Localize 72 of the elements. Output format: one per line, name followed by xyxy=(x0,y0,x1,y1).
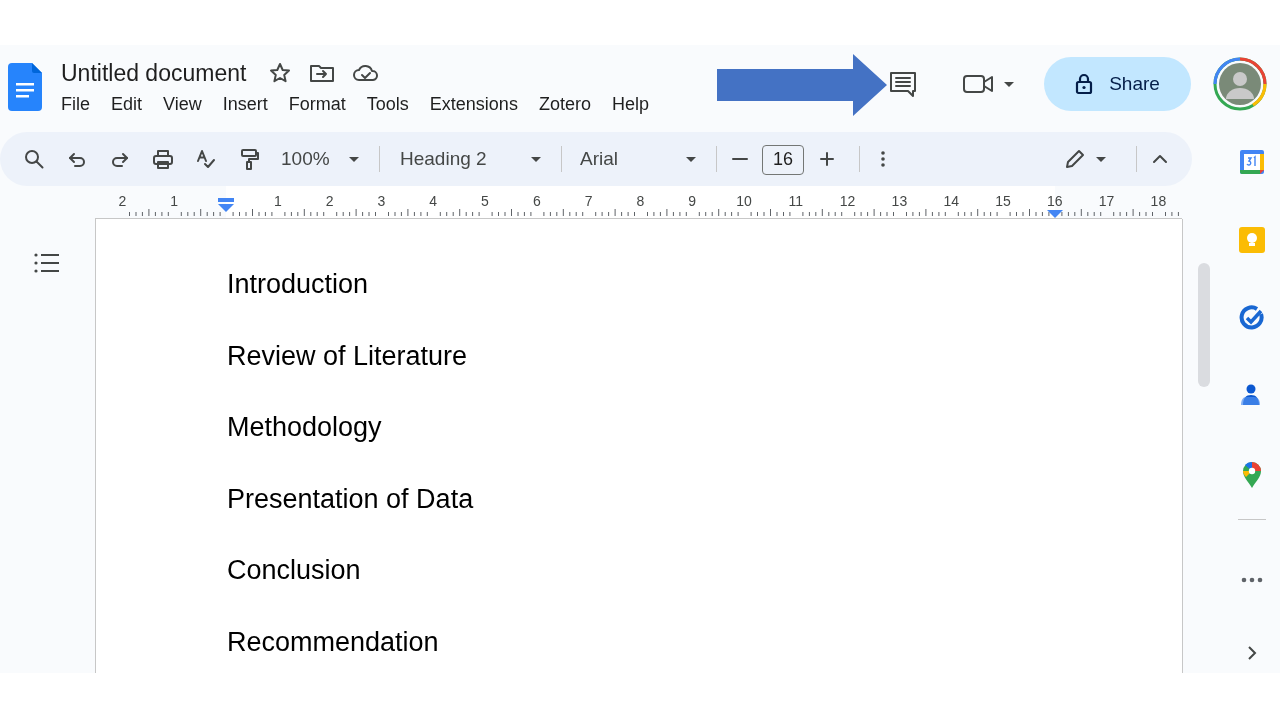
ruler-number: 8 xyxy=(636,193,645,209)
ruler-number: 12 xyxy=(839,193,856,209)
font-size-field[interactable]: 16 xyxy=(762,144,804,175)
avatar[interactable] xyxy=(1213,57,1267,111)
editing-mode-button[interactable] xyxy=(1064,148,1106,170)
heading-text: Methodology xyxy=(227,411,383,443)
caret-icon xyxy=(686,156,696,162)
caret-icon xyxy=(1096,156,1106,162)
document-icon[interactable] xyxy=(8,63,42,111)
print-button[interactable] xyxy=(152,148,174,170)
menu-item[interactable]: Help xyxy=(611,94,649,115)
comment-icon[interactable] xyxy=(888,69,918,99)
menu-item[interactable]: File xyxy=(61,94,90,115)
ruler-number: 10 xyxy=(736,193,752,209)
ruler-number: 11 xyxy=(788,193,804,209)
menu-item[interactable]: Tools xyxy=(366,94,409,115)
menu-item[interactable]: Extensions xyxy=(429,94,518,115)
heading-text: Recommendation xyxy=(227,625,440,658)
ruler-number: 4 xyxy=(429,193,438,209)
chevron-right-icon[interactable] xyxy=(1247,645,1257,661)
ruler-number: 13 xyxy=(891,193,908,209)
document-title[interactable]: Untitled document xyxy=(61,59,247,87)
ruler-number: 2 xyxy=(325,193,334,209)
ruler-number: 6 xyxy=(532,193,541,209)
ruler-number: 14 xyxy=(943,193,959,209)
ruler-number: 1 xyxy=(170,193,179,209)
ruler-number: 1 xyxy=(273,193,282,209)
scrollbar-thumb[interactable] xyxy=(1198,263,1210,387)
lock-icon xyxy=(1075,73,1094,95)
ruler-number: 9 xyxy=(688,193,697,209)
ruler-number: 15 xyxy=(995,193,1011,209)
heading-text: Conclusion xyxy=(227,554,362,586)
share-button[interactable]: Share xyxy=(1044,57,1191,111)
menu-item[interactable]: Edit xyxy=(111,94,143,115)
more-icon xyxy=(881,151,885,167)
menu-item[interactable]: View xyxy=(163,94,202,115)
map-pin-icon[interactable] xyxy=(1242,461,1262,489)
ruler-number: 18 xyxy=(1150,193,1167,209)
spellcheck-icon xyxy=(195,148,217,170)
style-dropdown[interactable]: Heading 2 xyxy=(400,148,547,170)
ruler-number: 3 xyxy=(377,193,386,209)
ruler-number: 2 xyxy=(118,193,127,209)
spellcheck-button[interactable] xyxy=(195,148,217,170)
heading-text: Introduction xyxy=(227,268,370,300)
menu-item[interactable]: Zotero xyxy=(538,94,591,115)
paint-format-icon xyxy=(238,148,260,170)
indent-marker[interactable] xyxy=(218,198,234,212)
ruler-number: 17 xyxy=(1098,193,1115,209)
caret-icon xyxy=(531,156,541,162)
print-icon xyxy=(152,148,174,170)
zoom-dropdown[interactable]: 100% xyxy=(281,148,365,170)
menu-item[interactable]: Format xyxy=(288,94,346,115)
pencil-icon xyxy=(1064,148,1086,170)
search-button[interactable] xyxy=(23,148,45,170)
video-call-button[interactable] xyxy=(962,72,1014,96)
menu-item[interactable]: Insert xyxy=(222,94,268,115)
ruler-number: 5 xyxy=(481,193,489,209)
video-camera-icon xyxy=(962,72,996,96)
search-icon xyxy=(23,148,45,170)
star-icon[interactable] xyxy=(268,61,293,85)
caret-icon xyxy=(349,156,359,162)
heading-text: Presentation of Data xyxy=(227,482,475,515)
check-circle-icon[interactable] xyxy=(1239,305,1265,331)
more-icon[interactable] xyxy=(1241,577,1263,583)
ruler-number: 7 xyxy=(584,193,593,209)
heading-text: Review of Literature xyxy=(227,339,469,372)
outline-icon[interactable] xyxy=(34,252,60,274)
caret-icon xyxy=(1004,81,1014,87)
paint-format-button[interactable] xyxy=(238,148,260,170)
font-dropdown[interactable]: Arial xyxy=(580,148,702,170)
ruler-number: 16 xyxy=(1047,193,1063,209)
calendar-icon[interactable] xyxy=(1239,149,1265,175)
